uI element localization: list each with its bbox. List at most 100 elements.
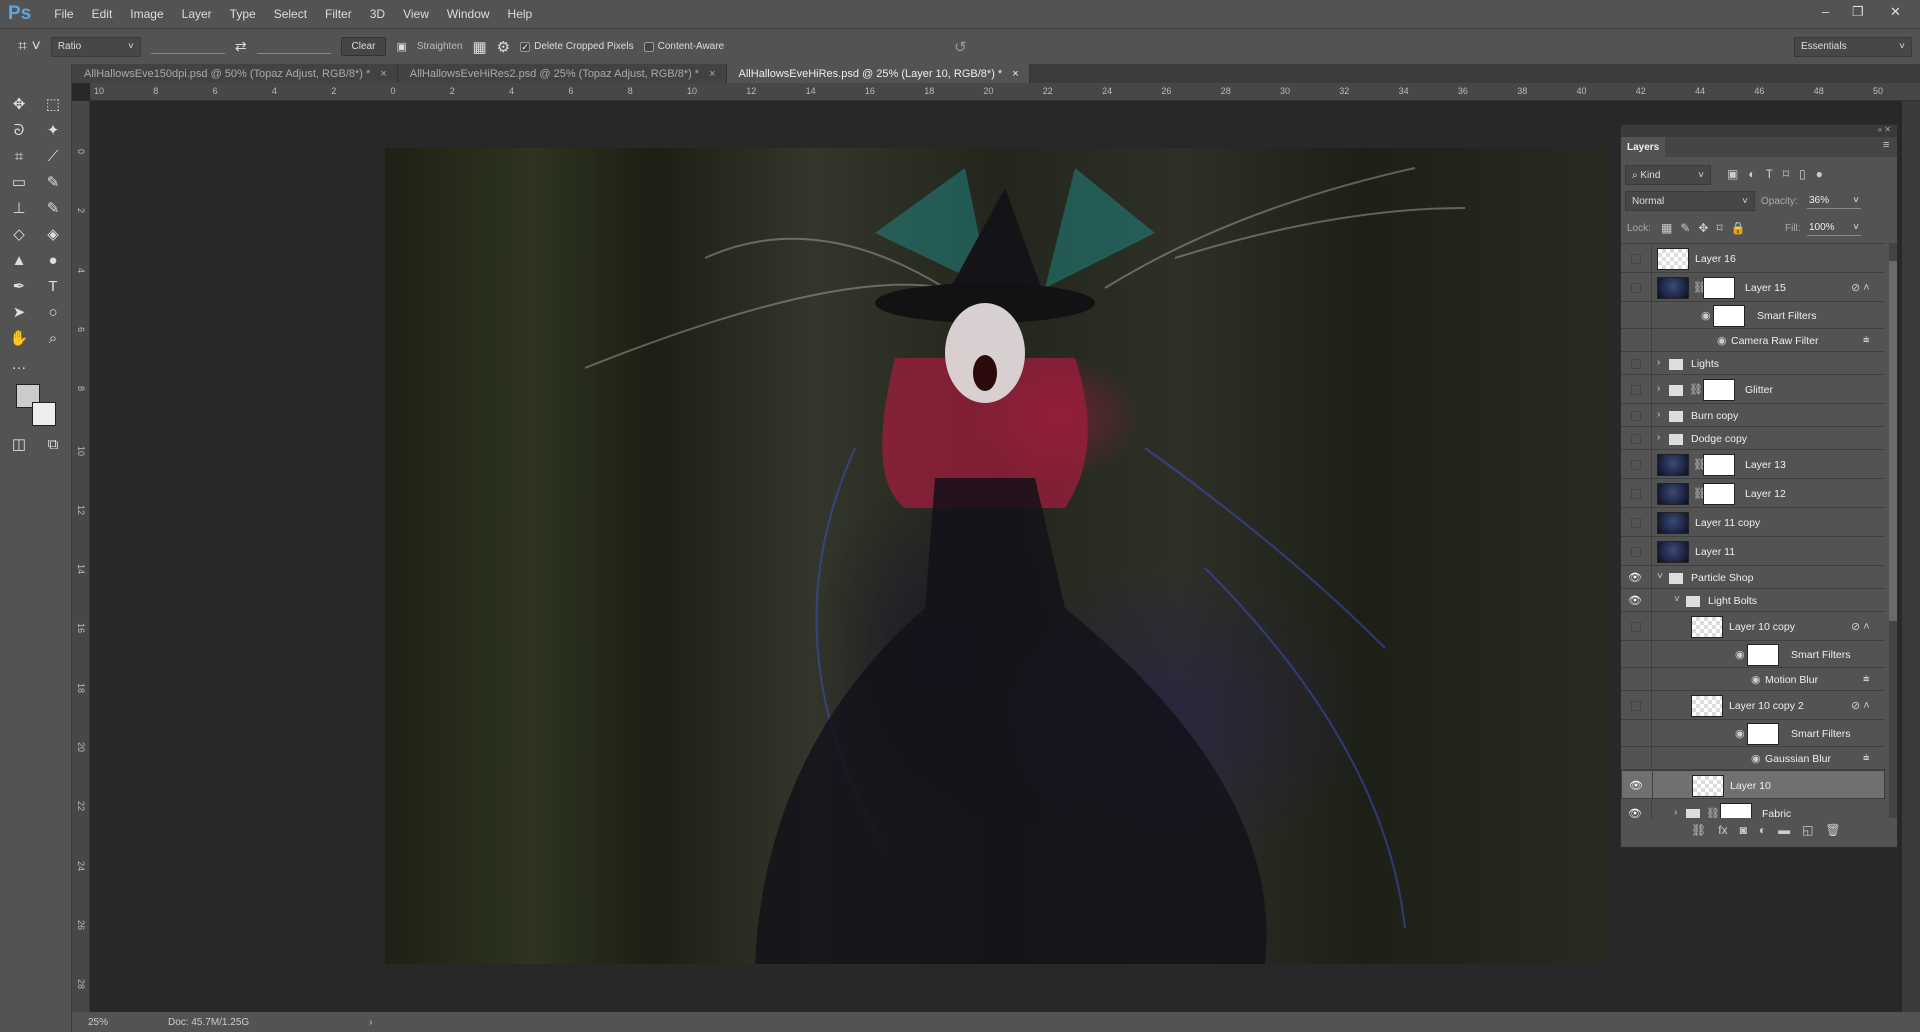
filter-eye-icon[interactable]: ◉ xyxy=(1751,673,1761,686)
layer-row[interactable]: ⊘ ˄Layer 10 copy 2 xyxy=(1621,691,1885,720)
layer-name[interactable]: Burn copy xyxy=(1691,410,1738,422)
visibility-toggle[interactable] xyxy=(1631,622,1641,632)
quick-mask-icon[interactable]: ◫ xyxy=(8,434,30,456)
screen-mode-icon[interactable]: ⧉ xyxy=(42,434,64,456)
layer-row[interactable]: ⛓Layer 13 xyxy=(1621,450,1885,479)
collapsed-chevron-icon[interactable]: › xyxy=(1657,432,1660,443)
crop-tool-icon[interactable]: ⌗ ˅ xyxy=(18,38,41,56)
layer-name[interactable]: Layer 11 copy xyxy=(1695,517,1760,529)
ratio-select[interactable]: Ratio˅ xyxy=(51,37,141,57)
visibility-eye-icon[interactable]: 👁 xyxy=(1627,594,1643,607)
link-icon[interactable]: ⛓ xyxy=(1691,823,1706,837)
filter-eye-icon[interactable]: ◉ xyxy=(1717,334,1727,347)
mask-thumbnail[interactable] xyxy=(1703,454,1735,476)
layer-name[interactable]: Layer 13 xyxy=(1745,459,1786,471)
menu-view[interactable]: View xyxy=(394,7,438,21)
smart-filters-row[interactable]: ◉Smart Filters xyxy=(1621,302,1885,329)
kind-filter-select[interactable]: ⌕ Kind˅ xyxy=(1625,165,1711,185)
visibility-toggle[interactable] xyxy=(1631,518,1641,528)
vertical-scrollbar[interactable] xyxy=(1902,101,1920,1012)
layer-group-row[interactable]: 👁˅Light Bolts xyxy=(1621,589,1885,612)
layer-row[interactable]: Layer 11 xyxy=(1621,537,1885,566)
workspace-select[interactable]: Essentials˅ xyxy=(1794,37,1912,57)
layer-group-row[interactable]: 👁˅Particle Shop xyxy=(1621,566,1885,589)
filter-options-icon[interactable]: ⩧ xyxy=(1863,752,1869,765)
layer-name[interactable]: Camera Raw Filter xyxy=(1731,335,1819,347)
adjustment-icon[interactable]: ◐ xyxy=(1759,823,1766,837)
blend-mode-select[interactable]: Normal˅ xyxy=(1625,191,1755,211)
layer-row[interactable]: ⛓Layer 12 xyxy=(1621,479,1885,508)
smart-filter-row[interactable]: ◉ ⩧ Gaussian Blur xyxy=(1621,747,1885,770)
visibility-eye-icon[interactable]: 👁 xyxy=(1627,571,1643,584)
tab-close-icon[interactable]: × xyxy=(380,68,386,80)
layer-row[interactable]: Layer 11 copy xyxy=(1621,508,1885,537)
layer-name[interactable]: Motion Blur xyxy=(1765,674,1818,686)
layer-group-row[interactable]: ›⛓Glitter xyxy=(1621,375,1885,404)
gear-icon[interactable]: ⚙ xyxy=(497,38,510,56)
layer-name[interactable]: Gaussian Blur xyxy=(1765,753,1831,765)
layer-name[interactable]: Glitter xyxy=(1745,384,1773,396)
layer-name[interactable]: Layer 10 copy xyxy=(1729,621,1795,633)
swap-icon[interactable]: ⇄ xyxy=(235,38,247,55)
smart-filter-eye-icon[interactable]: ◉ xyxy=(1735,648,1745,661)
layer-group-row[interactable]: 👁›⛓Fabric xyxy=(1621,799,1885,818)
collapsed-chevron-icon[interactable]: › xyxy=(1657,409,1660,420)
collapse-icon[interactable]: « xyxy=(1878,125,1882,134)
layer-name[interactable]: Smart Filters xyxy=(1791,728,1851,740)
eraser-tool-icon[interactable]: ◇ xyxy=(8,224,30,246)
layer-group-row[interactable]: ›Lights xyxy=(1621,352,1885,375)
dodge-tool-icon[interactable]: ● xyxy=(42,250,64,272)
layer-name[interactable]: Particle Shop xyxy=(1691,572,1753,584)
new-layer-icon[interactable]: ◱ xyxy=(1802,823,1813,837)
layer-name[interactable]: Dodge copy xyxy=(1691,433,1747,445)
collapsed-chevron-icon[interactable]: › xyxy=(1674,807,1677,818)
visibility-toggle[interactable] xyxy=(1631,283,1641,293)
filter-eye-icon[interactable]: ◉ xyxy=(1751,752,1761,765)
lasso-tool-icon[interactable]: ᘐ xyxy=(8,120,30,142)
smart-filters-row[interactable]: ◉Smart Filters xyxy=(1621,720,1885,747)
menu-type[interactable]: Type xyxy=(221,7,265,21)
filter-icons[interactable]: ▣◐T⌑▯● xyxy=(1727,167,1833,181)
document-tab[interactable]: AllHallowsEveHiRes.psd @ 25% (Layer 10, … xyxy=(727,64,1030,83)
close-button[interactable]: ✕ xyxy=(1890,4,1901,20)
visibility-eye-icon[interactable]: 👁 xyxy=(1627,807,1643,819)
layer-group-row[interactable]: › Burn copy xyxy=(1621,404,1885,427)
layer-row[interactable]: Layer 16 xyxy=(1621,244,1885,273)
type-tool-icon[interactable]: T xyxy=(42,276,64,298)
visibility-toggle[interactable] xyxy=(1631,359,1641,369)
height-input[interactable] xyxy=(257,40,331,54)
menu-layer[interactable]: Layer xyxy=(173,7,221,21)
stamp-tool-icon[interactable]: ⊥ xyxy=(8,198,30,220)
filter-options-icon[interactable]: ⩧ xyxy=(1863,673,1869,686)
document-tab[interactable]: AllHallowsEve150dpi.psd @ 50% (Topaz Adj… xyxy=(72,64,398,83)
brush-tool-icon[interactable]: ✎ xyxy=(42,172,64,194)
mask-thumbnail[interactable] xyxy=(1703,379,1735,401)
menu-file[interactable]: File xyxy=(45,7,82,21)
visibility-toggle[interactable] xyxy=(1631,460,1641,470)
lock-icons[interactable]: ▦✎✥⌑🔒 xyxy=(1661,221,1754,235)
clear-button[interactable]: Clear xyxy=(341,37,387,56)
visibility-toggle[interactable] xyxy=(1631,434,1641,444)
zoom-tool-icon[interactable]: ⌕ xyxy=(42,328,64,350)
layers-scrollbar[interactable] xyxy=(1889,243,1897,818)
mask-thumbnail[interactable] xyxy=(1720,803,1752,819)
layer-name[interactable]: Layer 10 copy 2 xyxy=(1729,700,1804,712)
layer-name[interactable]: Lights xyxy=(1691,358,1719,370)
content-aware-checkbox[interactable]: Content-Aware xyxy=(644,41,725,52)
smart-filter-mask-thumbnail[interactable] xyxy=(1747,723,1779,745)
reset-icon[interactable]: ↺ xyxy=(954,38,967,56)
bucket-tool-icon[interactable]: ◈ xyxy=(42,224,64,246)
layer-name[interactable]: Layer 12 xyxy=(1745,488,1786,500)
background-color-swatch[interactable] xyxy=(32,402,56,426)
menu-edit[interactable]: Edit xyxy=(83,7,122,21)
visibility-toggle[interactable] xyxy=(1631,385,1641,395)
layer-group-row[interactable]: › Dodge copy xyxy=(1621,427,1885,450)
visibility-toggle[interactable] xyxy=(1631,411,1641,421)
panel-menu-icon[interactable]: ≡ xyxy=(1883,139,1889,151)
layer-name[interactable]: Smart Filters xyxy=(1791,649,1851,661)
menu-filter[interactable]: Filter xyxy=(316,7,361,21)
grid-overlay-icon[interactable]: ▦ xyxy=(472,38,486,56)
width-input[interactable] xyxy=(151,40,225,54)
smart-filter-mask-thumbnail[interactable] xyxy=(1713,305,1745,327)
layer-row[interactable]: 👁Layer 10 xyxy=(1621,770,1885,799)
